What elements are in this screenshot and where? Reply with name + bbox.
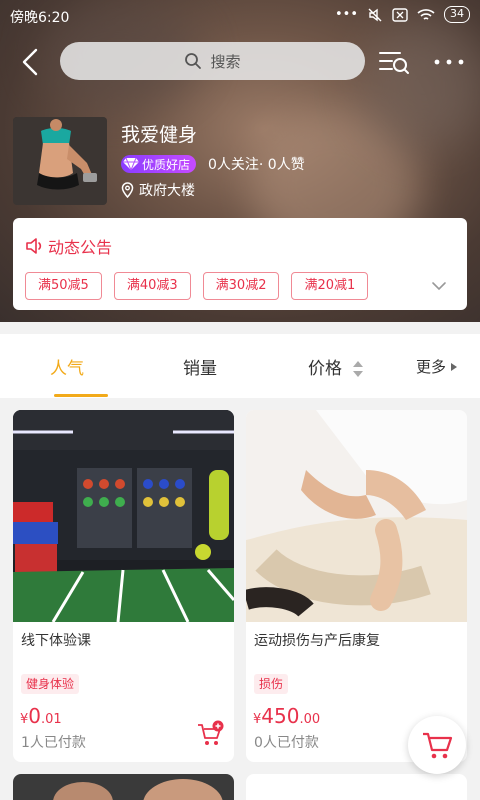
product-title: 线下体验课 bbox=[21, 633, 91, 649]
battery-icon: 34 bbox=[444, 6, 470, 23]
shop-avatar[interactable] bbox=[13, 117, 107, 205]
shop-name: 我爱健身 bbox=[121, 124, 198, 146]
wifi-icon bbox=[417, 8, 435, 20]
tab-price-label: 价格 bbox=[308, 359, 342, 379]
product-card[interactable]: 线下体验课 健身体验 ¥0.01 1人已付款 bbox=[13, 410, 234, 762]
chevron-down-icon[interactable] bbox=[431, 280, 447, 292]
coupon-list: 满50减5 满40减3 满30减2 满20减1 bbox=[25, 272, 369, 300]
product-tag: 健身体验 bbox=[21, 674, 80, 694]
coupon[interactable]: 满20减1 bbox=[291, 272, 369, 300]
shop-location[interactable]: 政府大楼 bbox=[121, 180, 195, 200]
more-menu-icon[interactable] bbox=[432, 54, 466, 70]
price-decimal: .01 bbox=[41, 712, 62, 727]
back-arrow-icon[interactable] bbox=[16, 46, 44, 78]
badge-label: 优质好店 bbox=[142, 157, 191, 172]
price-decimal: .00 bbox=[299, 712, 321, 727]
status-time: 傍晚6:20 bbox=[10, 10, 70, 26]
triangle-right-icon bbox=[451, 362, 458, 371]
shop-page: 傍晚6:20 ••• 34 搜索 我爱健身 优质好店 0人关注· 0人赞 政府大… bbox=[0, 0, 480, 800]
add-to-cart-icon[interactable] bbox=[196, 720, 224, 748]
product-tag: 损伤 bbox=[254, 674, 289, 694]
tab-popular[interactable]: 人气 bbox=[50, 354, 84, 379]
tab-more[interactable]: 更多 bbox=[416, 356, 458, 377]
sort-tabs: 人气 销量 价格 更多 bbox=[0, 334, 480, 398]
announcement-title: 动态公告 bbox=[25, 234, 112, 258]
status-icons: ••• 34 bbox=[335, 6, 470, 23]
follow-stats: 0人关注· 0人赞 bbox=[208, 157, 305, 173]
tab-price[interactable]: 价格 bbox=[308, 354, 364, 379]
sold-count: 0人已付款 bbox=[254, 735, 319, 751]
announcement-card: 动态公告 满50减5 满40减3 满30减2 满20减1 bbox=[13, 218, 467, 310]
dots-icon: ••• bbox=[334, 7, 358, 22]
top-nav: 搜索 bbox=[0, 38, 480, 86]
search-placeholder: 搜索 bbox=[210, 52, 241, 71]
coupon[interactable]: 满50减5 bbox=[25, 272, 102, 300]
coupon[interactable]: 满30减2 bbox=[202, 272, 280, 300]
tab-more-label: 更多 bbox=[416, 358, 447, 376]
price-integer: 450 bbox=[261, 704, 300, 728]
location-pin-icon bbox=[121, 182, 134, 198]
location-text: 政府大楼 bbox=[139, 183, 195, 199]
product-image bbox=[13, 410, 234, 622]
status-bar: 傍晚6:20 ••• 34 bbox=[0, 0, 480, 32]
product-price: ¥0.01 bbox=[20, 704, 62, 728]
speaker-icon bbox=[26, 238, 42, 254]
product-title: 运动损伤与产后康复 bbox=[254, 633, 380, 649]
product-card[interactable] bbox=[13, 774, 234, 800]
sim-icon bbox=[392, 7, 408, 22]
announcement-label: 动态公告 bbox=[48, 238, 113, 257]
shopping-cart-button[interactable] bbox=[408, 716, 466, 774]
search-icon bbox=[185, 53, 202, 69]
product-card[interactable] bbox=[246, 774, 467, 800]
product-card[interactable]: 运动损伤与产后康复 损伤 ¥450.00 0人已付款 bbox=[246, 410, 467, 762]
sold-count: 1人已付款 bbox=[21, 735, 86, 751]
product-price: ¥450.00 bbox=[253, 704, 320, 728]
price-integer: 0 bbox=[28, 704, 42, 728]
active-tab-indicator bbox=[54, 394, 108, 397]
mute-icon bbox=[368, 8, 382, 21]
sort-arrows-icon bbox=[353, 361, 364, 377]
quality-shop-badge: 优质好店 bbox=[121, 155, 197, 173]
category-list-icon[interactable] bbox=[378, 46, 410, 78]
tab-sales[interactable]: 销量 bbox=[183, 354, 217, 379]
product-image bbox=[246, 410, 467, 622]
search-bar[interactable]: 搜索 bbox=[60, 42, 365, 80]
coupon[interactable]: 满40减3 bbox=[113, 272, 191, 300]
cart-icon bbox=[423, 732, 453, 759]
diamond-icon bbox=[123, 157, 139, 171]
